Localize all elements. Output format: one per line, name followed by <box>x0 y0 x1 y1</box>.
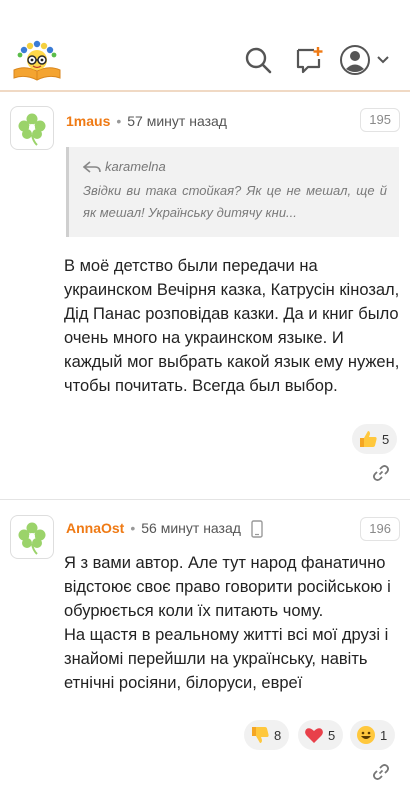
reaction-count: 5 <box>328 727 336 743</box>
reaction-count: 5 <box>382 431 390 447</box>
reaction-heart[interactable]: 5 <box>298 720 344 750</box>
clover-avatar-icon <box>18 522 46 555</box>
logo[interactable] <box>10 40 64 82</box>
chevron-down-icon[interactable] <box>376 55 390 65</box>
username[interactable]: 1maus <box>66 113 110 129</box>
reaction-grin[interactable]: 1 <box>350 720 396 750</box>
comment-196: AnnaOst • 56 минут назад 196 Я з вами авто… <box>0 505 410 800</box>
grin-icon <box>357 726 375 744</box>
username[interactable]: AnnaOst <box>66 520 124 536</box>
reaction-thumbs-down[interactable]: 8 <box>244 720 290 750</box>
separator-dot: • <box>116 113 122 129</box>
timestamp: 56 минут назад <box>141 520 241 536</box>
quote-author-name: karamelna <box>105 159 166 174</box>
reaction-count: 1 <box>380 727 388 743</box>
avatar[interactable] <box>10 106 54 150</box>
comment-meta: 1maus • 57 минут назад <box>66 113 227 129</box>
quote-text: Звідки ви така стойкая? Як це не мешал, … <box>83 183 387 220</box>
link-icon[interactable] <box>372 763 390 781</box>
mobile-device-icon <box>251 520 263 538</box>
separator-dot: • <box>130 520 136 536</box>
comment-number: 195 <box>360 108 400 132</box>
link-icon[interactable] <box>372 464 390 482</box>
thumbs-up-icon <box>360 431 377 447</box>
clover-avatar-icon <box>18 113 46 146</box>
quote-author: karamelna <box>83 159 387 174</box>
top-bar <box>0 0 410 92</box>
comment-number: 196 <box>360 517 400 541</box>
new-post-icon[interactable] <box>293 44 325 76</box>
comment-meta: AnnaOst • 56 минут назад <box>66 520 263 538</box>
avatar[interactable] <box>10 515 54 559</box>
reply-arrow-icon <box>83 160 101 173</box>
thumbs-down-icon <box>252 727 269 743</box>
timestamp: 57 минут назад <box>127 113 227 129</box>
heart-icon <box>305 728 323 743</box>
quoted-comment[interactable]: karamelna Звідки ви така стойкая? Як це … <box>66 147 399 237</box>
user-avatar-icon[interactable] <box>340 45 370 75</box>
reaction-count: 8 <box>274 727 282 743</box>
comment-195: 1maus • 57 минут назад 195 karamelna Звідк… <box>0 96 410 500</box>
comment-text: В моё детство были передачи на украинско… <box>64 257 400 395</box>
comment-text: Я з вами автор. Але тут народ фанатично … <box>64 554 391 692</box>
reaction-thumbs-up[interactable]: 5 <box>352 424 398 454</box>
search-icon[interactable] <box>242 44 274 76</box>
